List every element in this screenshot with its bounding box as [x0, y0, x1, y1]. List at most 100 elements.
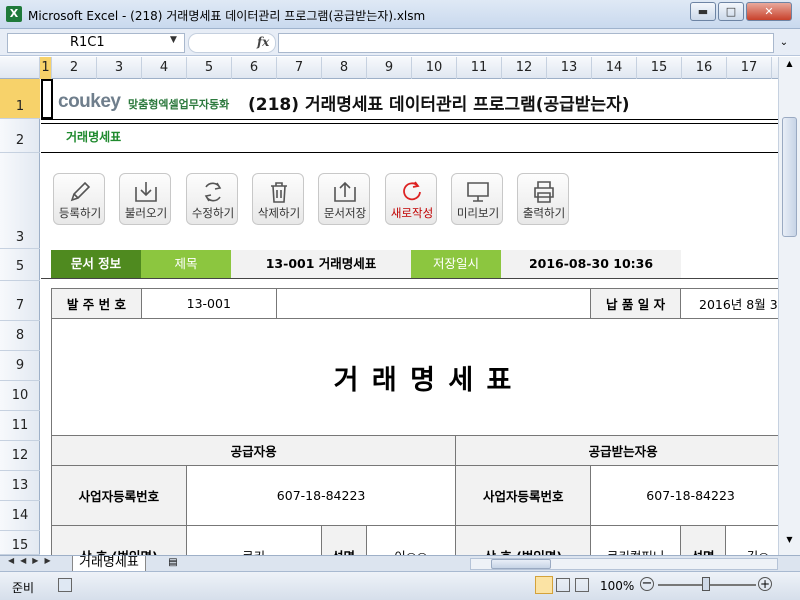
- edit-button[interactable]: 수정하기: [186, 173, 238, 225]
- supplier-company[interactable]: 쿠키: [185, 525, 322, 555]
- row-header[interactable]: 11: [0, 411, 40, 441]
- zoom-out-icon[interactable]: −: [640, 577, 654, 591]
- chevron-down-icon[interactable]: ▼: [170, 35, 177, 45]
- row-header[interactable]: 8: [0, 321, 40, 351]
- insert-function-icon[interactable]: fx: [257, 35, 269, 49]
- row-header[interactable]: 15: [0, 531, 40, 555]
- column-header[interactable]: 1: [40, 57, 52, 79]
- column-header[interactable]: 5: [187, 57, 232, 79]
- status-bar: 준비 100% − +: [0, 571, 800, 600]
- subject-value[interactable]: 13-001 거래명세표: [231, 250, 411, 278]
- column-header[interactable]: 8: [322, 57, 367, 79]
- row-header[interactable]: 2: [0, 119, 40, 153]
- row-header[interactable]: 13: [0, 471, 40, 501]
- order-no-label: 발 주 번 호: [51, 288, 142, 319]
- horizontal-scrollbar[interactable]: [470, 558, 778, 570]
- register-button[interactable]: 등록하기: [53, 173, 105, 225]
- save-doc-button[interactable]: 문서저장: [318, 173, 370, 225]
- hscroll-thumb[interactable]: [491, 559, 551, 569]
- zoom-in-icon[interactable]: +: [758, 577, 772, 591]
- saved-value[interactable]: 2016-08-30 10:36: [501, 250, 681, 278]
- normal-view-icon[interactable]: [535, 576, 553, 594]
- scroll-thumb[interactable]: [782, 117, 797, 237]
- supplier-header: 공급자용: [50, 435, 457, 466]
- column-header[interactable]: 16: [682, 57, 727, 79]
- excel-app-icon[interactable]: X: [6, 6, 22, 22]
- refresh-icon: [204, 182, 222, 202]
- column-header[interactable]: 15: [637, 57, 682, 79]
- trash-icon: [271, 182, 287, 203]
- supplier-biz-no-label: 사업자등록번호: [51, 465, 187, 526]
- page-break-icon[interactable]: [575, 578, 589, 592]
- status-ready: 준비: [12, 581, 35, 595]
- zoom-slider-thumb[interactable]: [702, 577, 710, 591]
- select-all-corner[interactable]: [0, 57, 40, 79]
- tab-sheet-active[interactable]: 거래명세표: [72, 556, 146, 572]
- zoom-level[interactable]: 100%: [600, 579, 634, 593]
- row-header[interactable]: 3: [0, 153, 40, 249]
- scroll-down-icon[interactable]: ▼: [782, 535, 797, 549]
- vertical-scrollbar[interactable]: ▲ ▼: [778, 57, 800, 555]
- row-header[interactable]: 9: [0, 351, 40, 381]
- column-header[interactable]: 13: [547, 57, 592, 79]
- order-no-value[interactable]: 13-001: [140, 288, 277, 319]
- maximize-button[interactable]: □: [718, 2, 744, 21]
- column-header[interactable]: 14: [592, 57, 637, 79]
- delete-label: 삭제하기: [257, 206, 301, 220]
- new-doc-label: 새로작성: [390, 206, 434, 220]
- receiver-header: 공급받는자용: [455, 435, 778, 466]
- supplier-biz-no[interactable]: 607-18-84223: [185, 465, 457, 526]
- formula-input[interactable]: [278, 33, 774, 53]
- print-button[interactable]: 출력하기: [517, 173, 569, 225]
- new-sheet-icon[interactable]: ▤: [165, 557, 181, 570]
- supplier-name[interactable]: 이○○: [365, 525, 457, 555]
- load-label: 불러오기: [124, 206, 168, 220]
- sheet-grid[interactable]: coukey 맞춤형엑셀업무자동화 (218) 거래명세표 데이터관리 프로그램…: [41, 79, 778, 555]
- delete-button[interactable]: 삭제하기: [252, 173, 304, 225]
- supplier-company-label: 상 호 (법인명): [51, 525, 187, 555]
- load-button[interactable]: 불러오기: [119, 173, 171, 225]
- column-header[interactable]: 11: [457, 57, 502, 79]
- column-header[interactable]: 10: [412, 57, 457, 79]
- column-header[interactable]: 9: [367, 57, 412, 79]
- receiver-biz-no[interactable]: 607-18-84223: [590, 465, 778, 526]
- column-header[interactable]: 17: [727, 57, 772, 79]
- expand-formula-icon[interactable]: ⌄: [776, 33, 792, 53]
- close-button[interactable]: ✕: [746, 2, 792, 21]
- receiver-name[interactable]: 김○: [725, 525, 778, 555]
- active-cell[interactable]: [41, 79, 53, 119]
- tab-nav-icon[interactable]: ◀◀▶▶: [8, 556, 57, 565]
- column-header[interactable]: 4: [142, 57, 187, 79]
- column-header[interactable]: 12: [502, 57, 547, 79]
- row-header[interactable]: 5: [0, 249, 40, 281]
- page-layout-icon[interactable]: [556, 578, 570, 592]
- statement-title: 거 래 명 세 표: [333, 365, 514, 396]
- new-doc-button[interactable]: 새로작성: [385, 173, 437, 225]
- row-header[interactable]: 14: [0, 501, 40, 531]
- receiver-biz-no-label: 사업자등록번호: [455, 465, 592, 526]
- minimize-button[interactable]: ▬: [690, 2, 716, 21]
- row-header[interactable]: 10: [0, 381, 40, 411]
- logo-tagline: 맞춤형엑셀업무자동화: [128, 98, 230, 111]
- preview-button[interactable]: 미리보기: [451, 173, 503, 225]
- row-header[interactable]: 7: [0, 281, 40, 321]
- column-header[interactable]: 6: [232, 57, 277, 79]
- delivery-date-value[interactable]: 2016년 8월 3: [680, 288, 778, 319]
- window-title: Microsoft Excel - (218) 거래명세표 데이터관리 프로그램…: [28, 9, 426, 23]
- preview-label: 미리보기: [456, 206, 500, 220]
- row-header[interactable]: 1: [0, 79, 40, 119]
- formula-bar: R1C1 ▼ fx ⌄: [0, 29, 800, 56]
- column-headers: 1 2 3 4 5 6 7 8 9 10 11 12 13 14 15 16 1…: [0, 57, 778, 79]
- coukey-logo: coukey: [58, 91, 121, 112]
- receiver-company[interactable]: 쿠키컴퍼니: [590, 525, 682, 555]
- scroll-up-icon[interactable]: ▲: [782, 59, 797, 73]
- order-blank-cell[interactable]: [275, 288, 592, 319]
- name-box[interactable]: R1C1: [7, 33, 185, 53]
- edit-label: 수정하기: [191, 206, 235, 220]
- column-header[interactable]: 2: [52, 57, 97, 79]
- column-header[interactable]: 7: [277, 57, 322, 79]
- title-bar: X Microsoft Excel - (218) 거래명세표 데이터관리 프로…: [0, 0, 800, 29]
- column-header[interactable]: 3: [97, 57, 142, 79]
- macro-record-icon[interactable]: [58, 578, 72, 592]
- row-header[interactable]: 12: [0, 441, 40, 471]
